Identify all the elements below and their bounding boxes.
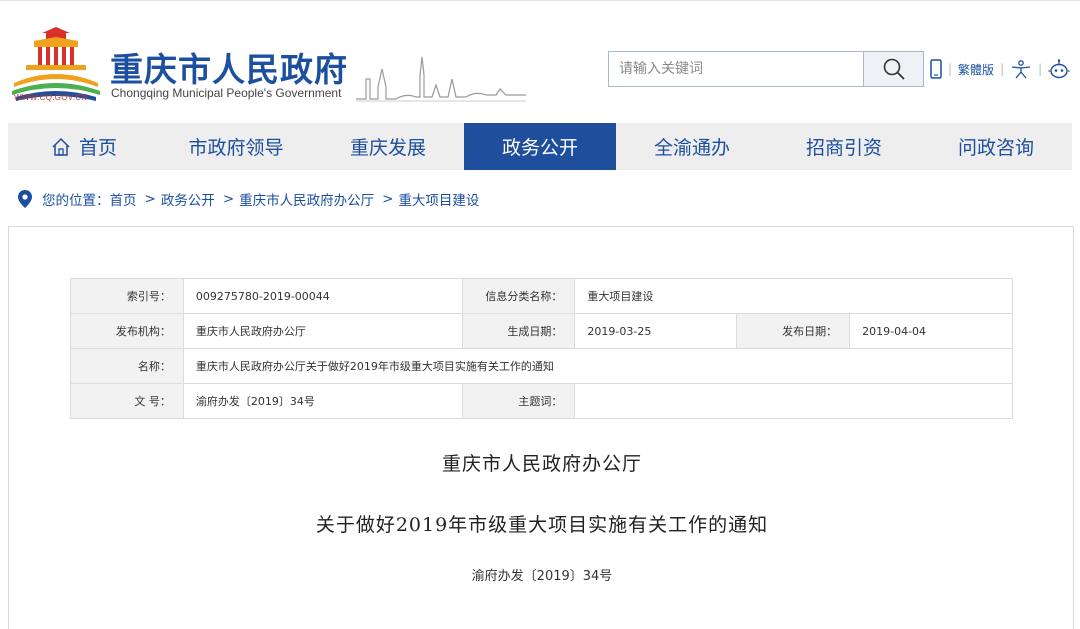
traditional-chinese-link[interactable]: 繁體版 bbox=[958, 61, 994, 78]
skyline-decoration-icon bbox=[356, 56, 526, 102]
breadcrumb-major-projects[interactable]: 重大项目建设 bbox=[398, 189, 479, 209]
nav-item-label: 政务公开 bbox=[501, 137, 578, 159]
breadcrumb-prefix: 您的位置： bbox=[42, 193, 110, 209]
nav-item-label: 重庆发展 bbox=[349, 137, 426, 159]
search-icon bbox=[883, 58, 905, 80]
nav-item-label: 问政咨询 bbox=[957, 137, 1034, 159]
breadcrumb-separator: > bbox=[222, 191, 235, 207]
home-icon bbox=[51, 137, 71, 157]
nav-item-home[interactable]: 首页 bbox=[8, 123, 160, 170]
document-number: 渝府办发〔2019〕34号 bbox=[471, 569, 613, 584]
search-box bbox=[608, 51, 924, 87]
index-label: 索引号： bbox=[70, 278, 184, 314]
divider: | bbox=[1038, 62, 1043, 76]
doc-number-value: 渝府办发〔2019〕34号 bbox=[182, 383, 463, 419]
site-title[interactable]: 重庆市人民政府 bbox=[110, 43, 348, 91]
category-value: 重大项目建设 bbox=[574, 278, 1013, 314]
table-row: 发布机构： 重庆市人民政府办公厅 生成日期： 2019-03-25 发布日期： … bbox=[70, 313, 1013, 349]
site-header: WWW.CQ.GOV.CN 重庆市人民政府 Chongqing Municipa… bbox=[0, 0, 1080, 122]
mobile-icon[interactable] bbox=[930, 59, 942, 79]
table-row: 索引号： 009275780-2019-00044 信息分类名称： 重大项目建设 bbox=[70, 278, 1013, 314]
breadcrumb-separator: > bbox=[382, 191, 394, 207]
keywords-label: 主题词： bbox=[461, 383, 576, 419]
main-nav: 首页 市政府领导 重庆发展 政务公开 全渝通办 招商引资 问政咨询 bbox=[8, 123, 1072, 170]
header-tools: | 繁體版 | | bbox=[930, 57, 1070, 81]
robot-icon[interactable] bbox=[1048, 59, 1070, 79]
content-panel: 索引号： 009275780-2019-00044 信息分类名称： 重大项目建设… bbox=[8, 226, 1074, 629]
search-input[interactable] bbox=[609, 52, 863, 86]
created-date-label: 生成日期： bbox=[461, 313, 576, 349]
publisher-label: 发布机构： bbox=[70, 313, 184, 349]
doc-number-label: 文 号： bbox=[70, 383, 184, 419]
name-label: 名称： bbox=[70, 348, 184, 384]
breadcrumb-office[interactable]: 重庆市人民政府办公厅 bbox=[239, 189, 374, 209]
nav-item-consultation[interactable]: 问政咨询 bbox=[920, 123, 1072, 170]
published-date-value: 2019-04-04 bbox=[849, 313, 1013, 349]
category-label: 信息分类名称： bbox=[461, 278, 576, 314]
document-title: 关于做好2019年市级重大项目实施有关工作的通知 bbox=[315, 514, 769, 536]
divider: | bbox=[948, 62, 953, 76]
table-row: 文 号： 渝府办发〔2019〕34号 主题词： bbox=[70, 383, 1013, 419]
keywords-value bbox=[574, 383, 1013, 419]
nav-item-label: 招商引资 bbox=[805, 137, 882, 159]
created-date-value: 2019-03-25 bbox=[574, 313, 738, 349]
accessibility-icon[interactable] bbox=[1010, 59, 1032, 79]
document-meta-table: 索引号： 009275780-2019-00044 信息分类名称： 重大项目建设… bbox=[70, 278, 1014, 419]
breadcrumb-separator: > bbox=[144, 191, 156, 207]
search-button[interactable] bbox=[863, 52, 923, 86]
site-subtitle: Chongqing Municipal People's Government bbox=[111, 86, 342, 100]
divider: | bbox=[1000, 62, 1005, 76]
name-value: 重庆市人民政府办公厅关于做好2019年市级重大项目实施有关工作的通知 bbox=[182, 348, 1014, 384]
published-date-label: 发布日期： bbox=[736, 313, 851, 349]
breadcrumb-government-affairs[interactable]: 政务公开 bbox=[161, 189, 215, 209]
nav-item-label: 全渝通办 bbox=[653, 137, 730, 159]
nav-item-label: 市政府领导 bbox=[188, 137, 284, 159]
nav-item-label: 首页 bbox=[78, 137, 117, 159]
document-issuer: 重庆市人民政府办公厅 bbox=[441, 453, 642, 475]
nav-item-services[interactable]: 全渝通办 bbox=[616, 123, 768, 170]
breadcrumb-home[interactable]: 首页 bbox=[110, 189, 137, 209]
publisher-value: 重庆市人民政府办公厅 bbox=[182, 313, 463, 349]
nav-item-government-affairs[interactable]: 政务公开 bbox=[464, 123, 616, 170]
location-pin-icon bbox=[18, 190, 32, 208]
table-row: 名称： 重庆市人民政府办公厅关于做好2019年市级重大项目实施有关工作的通知 bbox=[70, 348, 1014, 384]
breadcrumb: 您的位置： 首页 > 政务公开 > 重庆市人民政府办公厅 > 重大项目建设 bbox=[18, 188, 479, 210]
nav-item-investment[interactable]: 招商引资 bbox=[768, 123, 920, 170]
index-value: 009275780-2019-00044 bbox=[182, 278, 463, 314]
nav-item-leaders[interactable]: 市政府领导 bbox=[160, 123, 312, 170]
nav-item-development[interactable]: 重庆发展 bbox=[312, 123, 464, 170]
logo-url-text: WWW.CQ.GOV.CN bbox=[14, 93, 88, 102]
